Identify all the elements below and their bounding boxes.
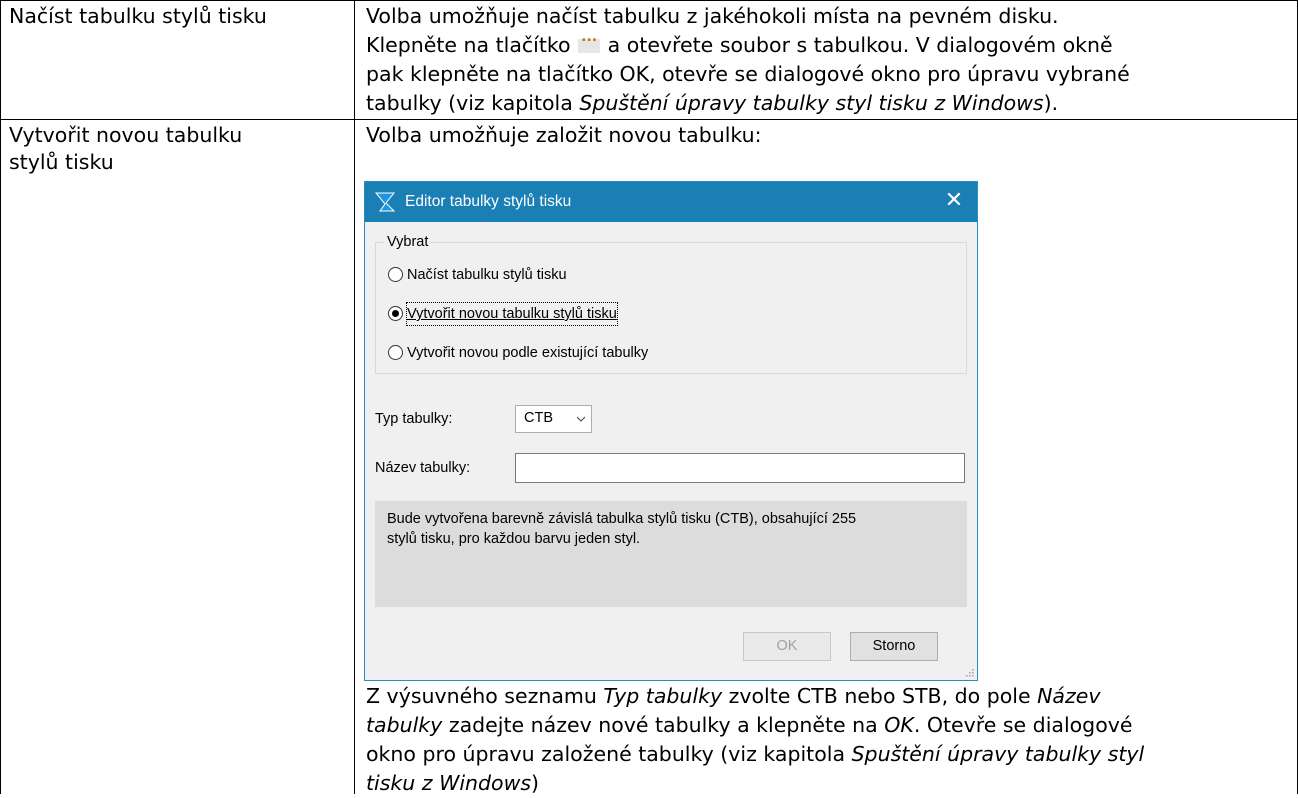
row1-desc-line2-a: Klepněte na tlačítko (366, 33, 571, 57)
close-icon[interactable]: ✕ (941, 188, 967, 214)
cancel-button[interactable]: Storno (850, 632, 938, 661)
table-type-select[interactable]: CTB (515, 405, 592, 433)
table-border-top (0, 0, 1298, 1)
browse-button-icon: ... (578, 30, 601, 53)
radio-label: Načíst tabulku stylů tisku (407, 267, 567, 283)
row2-after-line3: okno pro úpravu založené tabulky (viz ka… (366, 742, 1145, 766)
row1-desc-line3: pak klepněte na tlačítko OK, otevře se d… (366, 62, 1130, 86)
dialog-title: Editor tabulky stylů tisku (405, 193, 572, 210)
info-line1: Bude vytvořena barevně závislá tabulka s… (387, 511, 857, 527)
dialog-titlebar: Editor tabulky stylů tisku ✕ (365, 182, 977, 222)
row1-desc-line2: Klepněte na tlačítko ... a otevřete soub… (366, 30, 1113, 60)
table-column-divider (354, 0, 355, 794)
table-name-input[interactable] (515, 453, 965, 483)
radio-label: Vytvořit novou tabulku stylů tisku (406, 302, 618, 326)
table-row-divider (0, 119, 1298, 120)
row1-desc-line2-b: a otevřete soubor s tabulkou. V dialogov… (607, 33, 1113, 57)
document-page: Načíst tabulku stylů tisku Volba umožňuj… (0, 0, 1298, 795)
ok-button[interactable]: OK (743, 632, 831, 661)
row2-label-line2: stylů tisku (9, 150, 114, 174)
row2-after-line1: Z výsuvného seznamu Typ tabulky zvolte C… (366, 684, 1101, 708)
radio-button-selected[interactable] (388, 306, 403, 321)
info-line2: stylů tisku, pro každou barvu jeden styl… (387, 531, 641, 547)
row1-label: Načíst tabulku stylů tisku (9, 4, 267, 28)
chevron-down-icon (577, 416, 585, 422)
row2-after-line2: tabulky zadejte název nové tabulky a kle… (366, 713, 1133, 737)
app-logo-icon (374, 192, 396, 212)
group-label: Vybrat (384, 232, 432, 252)
table-type-value: CTB (524, 410, 553, 426)
radio-button[interactable] (388, 345, 403, 360)
radio-button[interactable] (388, 267, 403, 282)
editor-dialog: Editor tabulky stylů tisku ✕ Vybrat Načí… (364, 181, 978, 681)
select-group: Vybrat Načíst tabulku stylů tisku Vytvoř… (375, 232, 967, 374)
resize-grip-icon[interactable] (964, 667, 974, 677)
name-label: Název tabulky: (375, 460, 471, 476)
info-panel: Bude vytvořena barevně závislá tabulka s… (375, 501, 967, 607)
row2-intro: Volba umožňuje založit novou tabulku: (366, 123, 762, 147)
table-border-left (0, 0, 1, 794)
radio-label: Vytvořit novou podle existující tabulky (407, 345, 649, 361)
row1-desc-line1: Volba umožňuje načíst tabulku z jakéhoko… (366, 4, 1059, 28)
row2-label-line1: Vytvořit novou tabulku (9, 123, 243, 147)
type-label: Typ tabulky: (375, 411, 453, 427)
row1-desc-line4: tabulky (viz kapitola Spuštění úpravy ta… (366, 91, 1059, 115)
